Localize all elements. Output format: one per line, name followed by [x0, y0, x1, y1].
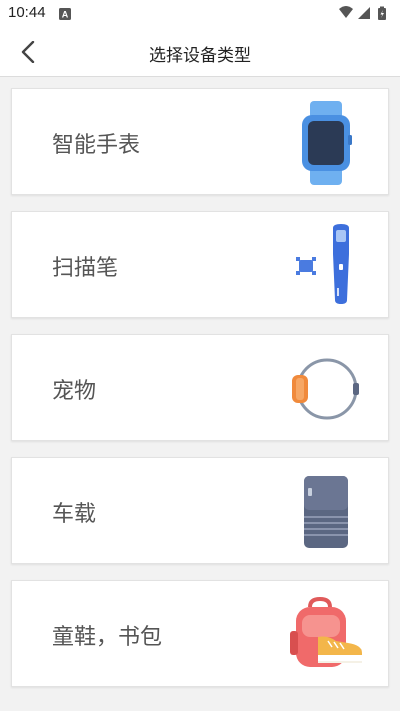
status-icons — [338, 5, 390, 21]
page-title: 选择设备类型 — [149, 46, 251, 66]
device-card-label: 宠物 — [52, 379, 97, 404]
app-header: 选择设备类型 — [0, 28, 400, 77]
wifi-icon — [339, 6, 353, 18]
backpack-shoe-icon — [284, 593, 368, 677]
status-bar: 10:44 A — [0, 0, 400, 28]
device-card-shoes-backpack[interactable]: 童鞋，书包 — [11, 580, 389, 687]
svg-text:A: A — [62, 10, 69, 20]
device-card-label: 扫描笔 — [52, 256, 119, 281]
device-card-scan-pen[interactable]: 扫描笔 — [11, 211, 389, 318]
device-type-list: 智能手表 扫描笔 宠物 车载 童鞋，书包 — [11, 88, 389, 703]
pet-tracker-icon — [284, 347, 368, 431]
signal-icon — [358, 7, 370, 19]
device-card-label: 童鞋，书包 — [52, 625, 163, 650]
status-time: 10:44 — [8, 4, 46, 21]
battery-icon — [378, 6, 386, 20]
device-card-label: 车载 — [52, 502, 97, 527]
device-card-car[interactable]: 车载 — [11, 457, 389, 564]
car-device-icon — [284, 470, 368, 554]
device-card-smartwatch[interactable]: 智能手表 — [11, 88, 389, 195]
device-card-pet[interactable]: 宠物 — [11, 334, 389, 441]
device-card-label: 智能手表 — [52, 133, 141, 158]
smartwatch-icon — [284, 101, 368, 185]
scan-pen-icon — [284, 224, 368, 308]
notification-a-icon: A — [59, 8, 71, 20]
